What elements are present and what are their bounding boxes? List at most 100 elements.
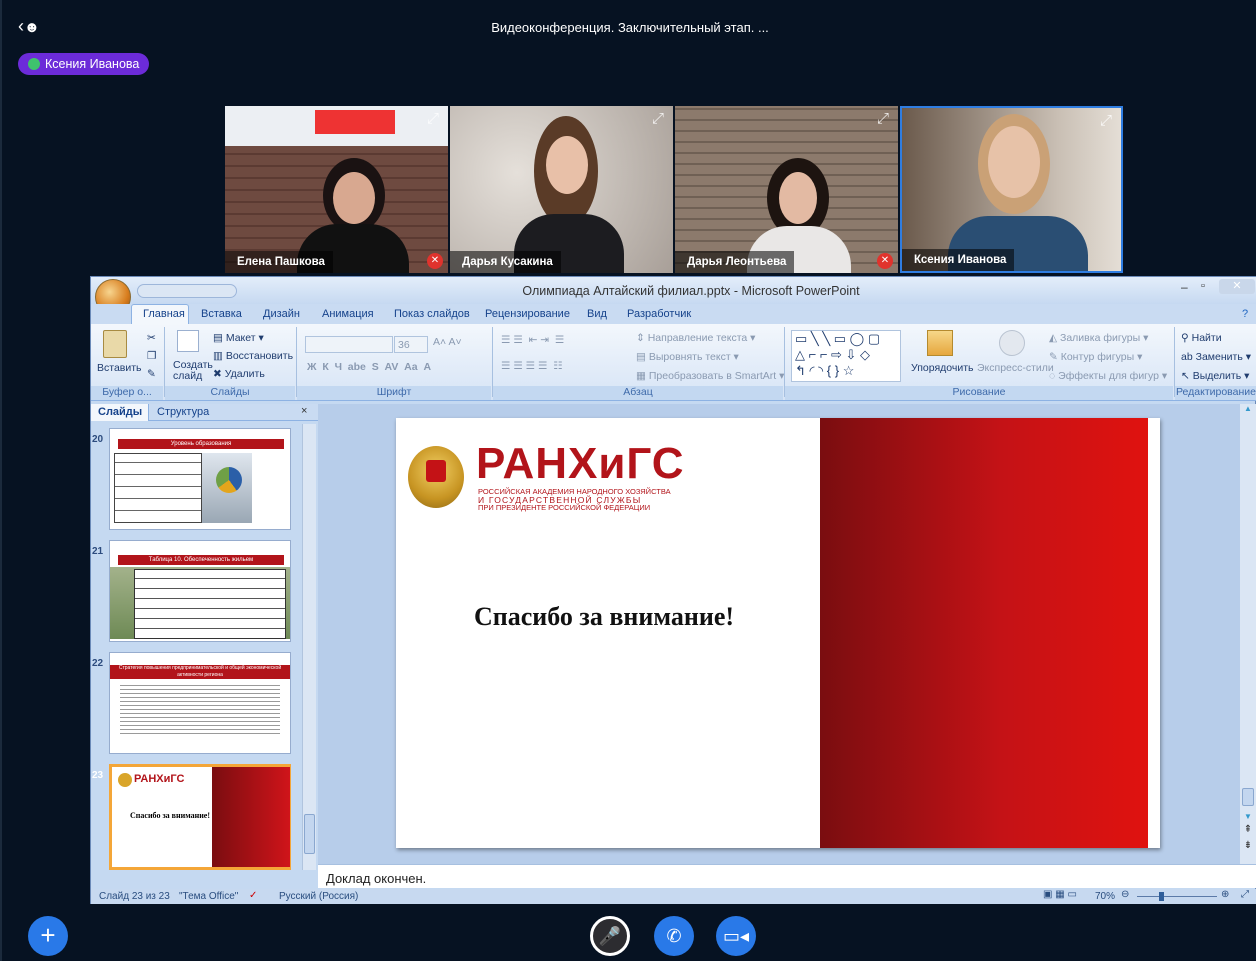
thumb-title: Уровень образования: [118, 439, 284, 449]
participants-back-icon[interactable]: ‹☻: [18, 16, 44, 38]
shape-outline-button[interactable]: ✎ Контур фигуры ▾: [1049, 351, 1142, 363]
prev-slide-icon[interactable]: ⇞: [1242, 824, 1254, 835]
restore-button[interactable]: ▫: [1201, 280, 1205, 292]
video-tile-2[interactable]: ⤢ Дарья Кусакина: [450, 106, 673, 273]
active-speaker-badge: Ксения Иванова: [18, 53, 150, 75]
new-slide-button[interactable]: Создать слайд: [173, 360, 213, 382]
zoom-level[interactable]: 70%: [1095, 891, 1115, 902]
zoom-slider-thumb[interactable]: [1159, 892, 1164, 901]
thumb-logo: РАНХиГС: [134, 773, 185, 785]
camera-button[interactable]: ▭◂: [716, 916, 756, 956]
tab-insert[interactable]: Вставка: [201, 308, 242, 320]
view-buttons[interactable]: ▣ ▦ ▭: [1043, 889, 1077, 900]
slide-editing-area: РАНХиГС РОССИЙСКАЯ АКАДЕМИЯ НАРОДНОГО ХО…: [318, 404, 1240, 864]
add-button[interactable]: +: [28, 916, 68, 956]
shapes-gallery[interactable]: ▭ ╲ ╲ ▭ ◯ ▢ △ ⌐ ⌐ ⇨ ⇩ ◇ ↰ ◜ ◝ { } ☆: [791, 330, 901, 382]
tab-view[interactable]: Вид: [587, 308, 607, 320]
video-conference-screen: ‹☻ Видеоконференция. Заключительный этап…: [0, 0, 1256, 961]
notes-pane[interactable]: Доклад окончен.: [318, 864, 1256, 888]
expand-icon[interactable]: ⤢: [1097, 112, 1115, 130]
mute-mic-button[interactable]: 🎤: [590, 916, 630, 956]
quick-styles-button[interactable]: Экспресс-стили: [977, 362, 1054, 374]
group-clipboard-label: Буфер о...: [91, 386, 163, 400]
align-buttons[interactable]: ☰ ☰ ☰ ☰ ☷: [501, 360, 563, 372]
quick-access-toolbar[interactable]: [137, 284, 237, 298]
shape-effects-button[interactable]: ◌ Эффекты для фигур ▾: [1049, 370, 1167, 382]
thumbnail-slide-22[interactable]: Стратегия повышения предпринимательской …: [109, 652, 291, 754]
slide-heading[interactable]: Спасибо за внимание!: [474, 602, 734, 632]
find-button[interactable]: ⚲ Найти: [1181, 332, 1222, 344]
tab-developer[interactable]: Разработчик: [627, 308, 691, 320]
tab-review[interactable]: Рецензирование: [485, 308, 570, 320]
panel-scrollbar[interactable]: [302, 424, 316, 870]
font-size-input[interactable]: 36: [394, 336, 428, 353]
thumbnail-slide-23-selected[interactable]: РАНХиГС Спасибо за внимание!: [109, 764, 291, 870]
participant-name: Елена Пашкова: [225, 251, 333, 273]
new-slide-icon[interactable]: [177, 330, 199, 352]
thumb-number: 21: [92, 546, 104, 557]
expand-icon[interactable]: ⤢: [649, 110, 667, 128]
window-title: Олимпиада Алтайский филиал.pptx - Micros…: [522, 284, 860, 298]
select-button[interactable]: ↖ Выделить ▾: [1181, 370, 1249, 382]
active-speaker-name: Ксения Иванова: [45, 57, 140, 71]
zoom-slider[interactable]: [1137, 896, 1217, 897]
thumbnail-slide-20[interactable]: Уровень образования: [109, 428, 291, 530]
video-tile-3[interactable]: ⤢ Дарья Леонтьева ✕: [675, 106, 898, 273]
tab-design[interactable]: Дизайн: [263, 308, 300, 320]
thumb-number: 20: [92, 434, 104, 445]
copy-icon[interactable]: ❐: [147, 350, 156, 362]
shape-fill-button[interactable]: ◭ Заливка фигуры ▾: [1049, 332, 1148, 344]
conference-title: Видеоконференция. Заключительный этап. .…: [491, 20, 769, 35]
tab-outline[interactable]: Структура: [157, 406, 209, 418]
video-tile-4-active[interactable]: ⤢ Ксения Иванова: [900, 106, 1123, 273]
smartart-button[interactable]: ▦ Преобразовать в SmartArt ▾: [636, 370, 784, 382]
list-buttons[interactable]: ☰ ☰ ⇤ ⇥ ☰: [501, 334, 564, 346]
ranepa-emblem-icon: [408, 446, 464, 508]
mic-off-icon: 🎤: [598, 926, 622, 946]
group-editing-label: Редактирование: [1175, 386, 1256, 400]
minimize-button[interactable]: –: [1181, 280, 1188, 294]
group-font-label: Шрифт: [297, 386, 491, 400]
expand-icon[interactable]: ⤢: [424, 110, 442, 128]
align-text-button[interactable]: ▤ Выровнять текст ▾: [636, 351, 739, 363]
close-panel-icon[interactable]: ×: [301, 405, 307, 417]
thumbnail-slide-21[interactable]: Таблица 10. Обеспеченность жильем: [109, 540, 291, 642]
quick-styles-icon[interactable]: [999, 330, 1025, 356]
mic-icon: [28, 58, 40, 70]
tab-animation[interactable]: Анимация: [322, 308, 374, 320]
slide-logo-subtitle: РОССИЙСКАЯ АКАДЕМИЯ НАРОДНОГО ХОЗЯЙСТВА …: [478, 487, 671, 512]
group-slides-label: Слайды: [165, 386, 295, 400]
language-status[interactable]: Русский (Россия): [279, 891, 358, 902]
help-icon[interactable]: ?: [1242, 308, 1248, 320]
spellcheck-icon[interactable]: ✓: [249, 890, 257, 901]
call-button[interactable]: ✆: [654, 916, 694, 956]
arrange-button[interactable]: Упорядочить: [911, 362, 973, 374]
next-slide-icon[interactable]: ⇟: [1242, 840, 1254, 851]
font-style-buttons[interactable]: Ж К Ч abe S AV Aa A: [307, 361, 431, 373]
zoom-out-icon[interactable]: ⊖: [1121, 889, 1129, 900]
reset-button[interactable]: ▥ Восстановить: [213, 350, 293, 362]
tab-slideshow[interactable]: Показ слайдов: [394, 308, 470, 320]
expand-icon[interactable]: ⤢: [874, 110, 892, 128]
video-tile-1[interactable]: ⤢ Елена Пашкова ✕: [225, 106, 448, 273]
replace-button[interactable]: ab Заменить ▾: [1181, 351, 1251, 363]
slide-scrollbar[interactable]: ▲ ▼ ⇞ ⇟: [1240, 404, 1256, 864]
arrange-icon[interactable]: [927, 330, 953, 356]
format-painter-icon[interactable]: ✎: [147, 368, 156, 380]
tab-slides[interactable]: Слайды: [91, 404, 149, 421]
layout-button[interactable]: ▤ Макет ▾: [213, 332, 264, 344]
cut-icon[interactable]: ✂: [147, 332, 156, 344]
tab-home[interactable]: Главная: [143, 308, 185, 320]
paste-button[interactable]: Вставить: [97, 362, 142, 374]
paste-icon[interactable]: [103, 330, 127, 358]
font-name-input[interactable]: [305, 336, 393, 353]
delete-slide-button[interactable]: ✖ Удалить: [213, 368, 265, 380]
current-slide[interactable]: РАНХиГС РОССИЙСКАЯ АКАДЕМИЯ НАРОДНОГО ХО…: [396, 418, 1160, 848]
slide-logo-text: РАНХиГС: [476, 439, 685, 488]
thumb-title: Спасибо за внимание!: [130, 811, 211, 820]
close-button[interactable]: ✕: [1219, 279, 1255, 294]
fit-window-icon[interactable]: ⤢: [1241, 889, 1249, 900]
grow-font-icon[interactable]: A˄ A˅: [433, 336, 462, 348]
text-direction-button[interactable]: ⇕ Направление текста ▾: [636, 332, 755, 344]
zoom-in-icon[interactable]: ⊕: [1221, 889, 1229, 900]
